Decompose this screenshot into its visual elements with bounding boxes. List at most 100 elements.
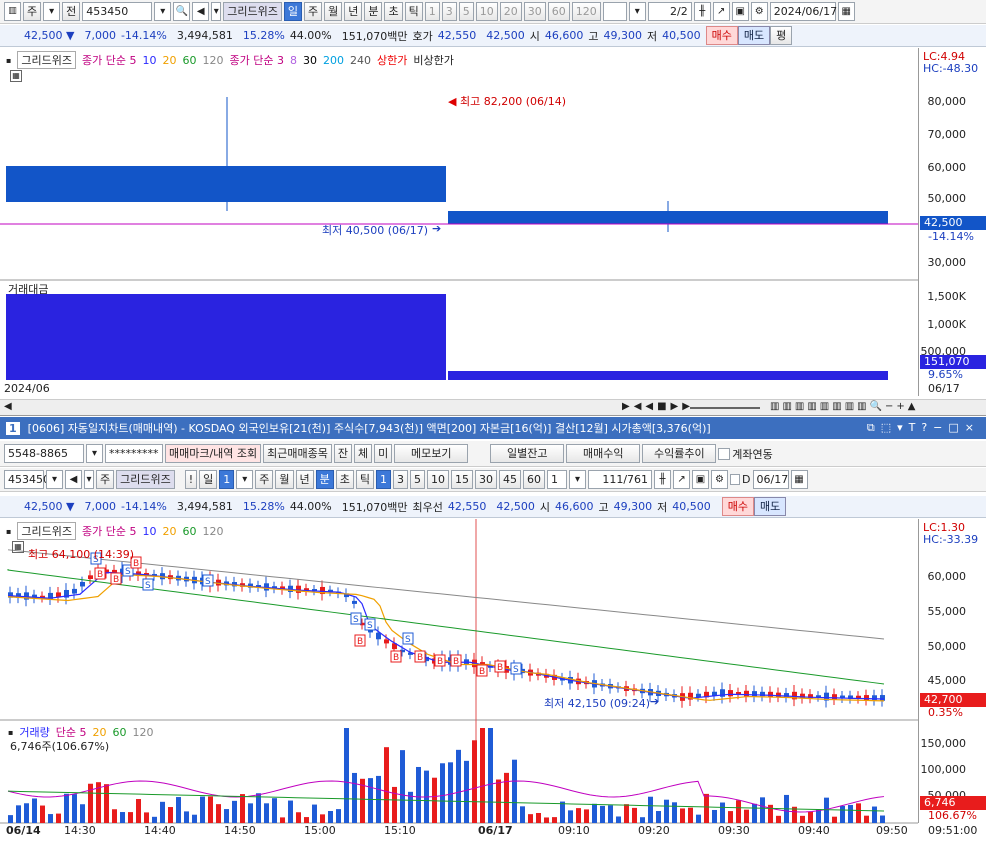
bottom-mode-button[interactable]: 주 (96, 470, 115, 489)
balance-button[interactable]: 잔 (333, 444, 353, 463)
bottom-num-5[interactable]: 5 (410, 470, 426, 489)
table-icon[interactable]: ▦ (10, 70, 22, 82)
num-5[interactable]: 5 (458, 2, 474, 21)
daily-balance-button[interactable]: 일별잔고 (490, 444, 565, 463)
gridwizard-button[interactable]: 그리드위즈 (223, 2, 282, 21)
memo-button[interactable]: 메모보기 (394, 444, 469, 463)
account-input[interactable]: 5548-8865 (4, 444, 84, 463)
password-input[interactable]: ********* (105, 444, 163, 463)
filled-button[interactable]: 체 (354, 444, 373, 463)
period-tick[interactable]: 틱 (404, 2, 423, 21)
bottom-num-60[interactable]: 60 (523, 470, 546, 489)
num-30[interactable]: 30 (523, 2, 546, 21)
speaker-icon[interactable]: ◀ (192, 2, 210, 21)
bottom-date-input[interactable]: 06/17 (752, 470, 789, 489)
bottom-gear-icon[interactable]: ⚙ (711, 470, 729, 489)
bottom-trend-icon[interactable]: ↗ (673, 470, 691, 489)
code-dropdown-icon[interactable]: ▾ (154, 2, 172, 21)
period-month[interactable]: 월 (324, 2, 343, 21)
custom-num-dropdown-icon[interactable]: ▾ (628, 2, 646, 21)
period-day[interactable]: 일 (283, 2, 302, 21)
b-table-icon[interactable]: ▦ (12, 541, 24, 553)
bottom-num-45[interactable]: 45 (499, 470, 522, 489)
chart-icon[interactable]: ▥ (4, 2, 21, 21)
bottom-period-day[interactable]: 일 (199, 470, 218, 489)
b-legend-wizard[interactable]: 그리드위즈 (17, 522, 77, 540)
legend-wizard[interactable]: 그리드위즈 (17, 51, 77, 69)
save-icon[interactable]: ▣ (731, 2, 749, 21)
volume-bar-0614[interactable] (6, 294, 446, 380)
period-year[interactable]: 년 (344, 2, 363, 21)
bottom-num-1[interactable]: 1 (376, 470, 392, 489)
bottom-save-icon[interactable]: ▣ (692, 470, 710, 489)
unfilled-button[interactable]: 미 (374, 444, 393, 463)
mark-query-button[interactable]: 매매마크/내역 조회 (165, 444, 262, 463)
tool-icons[interactable]: ▥▥▥▥▥▥▥▥🔍−+▲ (770, 401, 919, 412)
playback-icons[interactable]: ▶◀◀■▶▶ (622, 401, 694, 412)
window-controls-icon[interactable]: ⧉⬚▾T?−□× (867, 421, 980, 435)
bottom-gridwizard-button[interactable]: 그리드위즈 (116, 470, 175, 489)
bottom-code-dropdown-icon[interactable]: ▾ (46, 470, 63, 489)
bottom-period-year[interactable]: 년 (295, 470, 314, 489)
custom-num-input[interactable] (602, 2, 627, 21)
top-chart-svg[interactable]: ◀ (0, 48, 918, 416)
candle-icon[interactable]: ╫ (693, 2, 711, 21)
account-dropdown-icon[interactable]: ▾ (86, 444, 103, 463)
mode-button[interactable]: 주 (23, 2, 42, 21)
search-icon[interactable]: 🔍 (173, 2, 191, 21)
bottom-num-30[interactable]: 30 (475, 470, 498, 489)
zoom-slider[interactable] (690, 407, 760, 409)
bottom-period-week[interactable]: 주 (255, 470, 274, 489)
bottom-candle-icon[interactable]: ╫ (654, 470, 672, 489)
return-trend-button[interactable]: 수익률추이 (642, 444, 717, 463)
period-week[interactable]: 주 (303, 2, 323, 21)
trade-profit-button[interactable]: 매매수익 (566, 444, 641, 463)
num-10[interactable]: 10 (475, 2, 498, 21)
date-input[interactable]: 2024/06/17 (769, 2, 837, 21)
window-titlebar[interactable]: 1 [0606] 자동일지차트(매매내역) - KOSDAQ 외국인보유[21(… (0, 417, 986, 439)
bottom-calendar-icon[interactable]: ▦ (790, 470, 808, 489)
avg-button[interactable]: 평 (770, 26, 793, 45)
account-link-checkbox[interactable] (718, 447, 731, 460)
bottom-custom-dropdown-icon[interactable]: ▾ (569, 470, 587, 489)
bottom-custom-num[interactable]: 1 (547, 470, 568, 489)
num-3[interactable]: 3 (441, 2, 457, 21)
num-120[interactable]: 120 (571, 2, 601, 21)
bottom-num-3[interactable]: 3 (393, 470, 409, 489)
mode-dropdown-icon[interactable]: ▾ (43, 2, 61, 21)
bottom-period-tick[interactable]: 틱 (355, 470, 375, 489)
calendar-icon[interactable]: ▦ (837, 2, 855, 21)
b-buy-button[interactable]: 매수 (721, 497, 754, 516)
bottom-speaker-icon[interactable]: ◀ (65, 470, 82, 489)
period-second[interactable]: 초 (384, 2, 403, 21)
top-scrollbar[interactable]: ◀ ▶◀◀■▶▶ ▥▥▥▥▥▥▥▥🔍−+▲ (0, 399, 986, 415)
speaker-dropdown-icon[interactable]: ▾ (211, 2, 222, 21)
bottom-code-input[interactable]: 453450 (4, 470, 50, 489)
bottom-num-15[interactable]: 15 (451, 470, 474, 489)
market-button[interactable]: 전 (62, 2, 81, 21)
num-1[interactable]: 1 (424, 2, 440, 21)
day-count-dropdown-icon[interactable]: ▾ (236, 470, 254, 489)
scroll-left-icon[interactable]: ◀ (4, 401, 12, 412)
alert-button[interactable]: ! (184, 470, 198, 489)
bottom-num-10[interactable]: 10 (427, 470, 450, 489)
bottom-day-count[interactable]: 1 (219, 470, 235, 489)
bottom-chart-svg[interactable]: SB BSBS SSBSBSB B BB B S (0, 519, 918, 841)
bottom-period-minute[interactable]: 분 (315, 470, 334, 489)
trend-icon[interactable]: ↗ (712, 2, 730, 21)
buy-button[interactable]: 매수 (705, 26, 738, 45)
sell-button[interactable]: 매도 (737, 26, 771, 45)
candle-body-0617[interactable] (448, 211, 888, 224)
bottom-period-month[interactable]: 월 (275, 470, 294, 489)
recent-stocks-button[interactable]: 최근매매종목 (263, 444, 332, 463)
d-checkbox[interactable] (730, 474, 741, 485)
candle-body-0614[interactable] (6, 166, 446, 202)
b-sell-button[interactable]: 매도 (754, 497, 787, 516)
period-minute[interactable]: 분 (364, 2, 383, 21)
code-input[interactable]: 453450 (82, 2, 153, 21)
bottom-period-second[interactable]: 초 (335, 470, 354, 489)
volume-bar-0617[interactable] (448, 371, 888, 380)
bottom-speaker-dropdown-icon[interactable]: ▾ (84, 470, 94, 489)
num-20[interactable]: 20 (499, 2, 522, 21)
num-60[interactable]: 60 (547, 2, 570, 21)
